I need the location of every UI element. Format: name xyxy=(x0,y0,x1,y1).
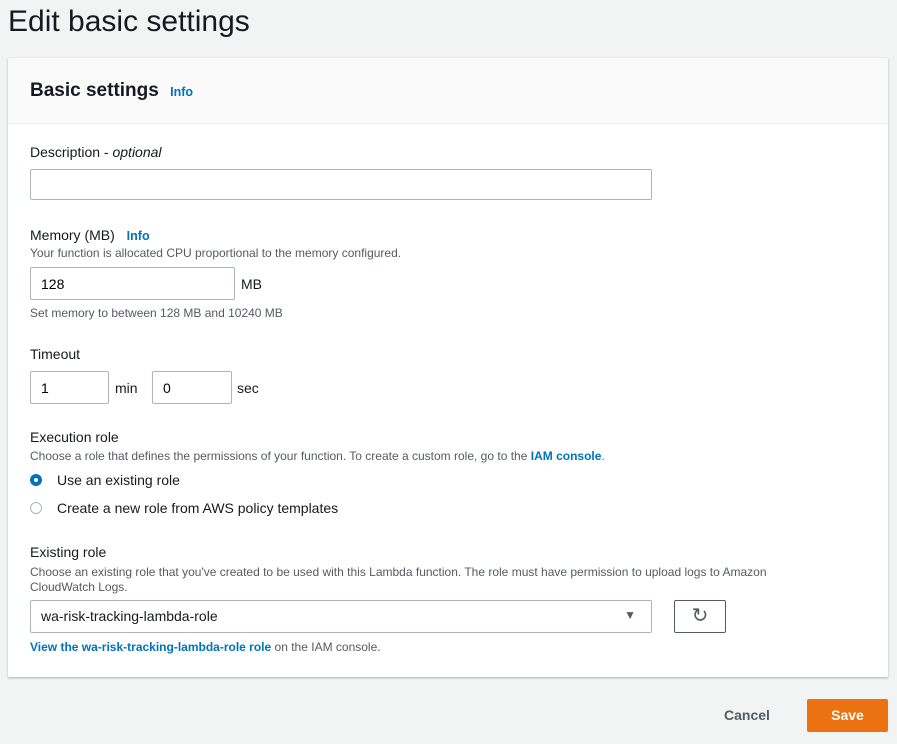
memory-unit: MB xyxy=(241,276,262,292)
help-end: . xyxy=(601,449,605,463)
existing-role-select[interactable]: wa-risk-tracking-lambda-role ▼ xyxy=(30,600,652,633)
info-link[interactable]: Info xyxy=(170,85,193,99)
memory-label: Memory (MB) Info xyxy=(30,227,150,243)
execution-role-help-text: Choose a role that defines the permissio… xyxy=(30,449,528,463)
timeout-sec-input[interactable] xyxy=(152,371,232,404)
page-title: Edit basic settings xyxy=(8,5,250,38)
memory-input[interactable] xyxy=(30,267,235,300)
save-button[interactable]: Save xyxy=(807,699,888,732)
view-role-link[interactable]: View the wa-risk-tracking-lambda-role ro… xyxy=(30,640,271,654)
iam-console-link[interactable]: IAM console xyxy=(531,449,602,463)
memory-label-text: Memory (MB) xyxy=(30,227,115,243)
radio-create-new-role[interactable] xyxy=(30,502,42,514)
radio-label-existing[interactable]: Use an existing role xyxy=(57,472,180,488)
view-role-line: View the wa-risk-tracking-lambda-role ro… xyxy=(30,640,381,654)
memory-constraint: Set memory to between 128 MB and 10240 M… xyxy=(30,306,283,320)
caret-down-icon: ▼ xyxy=(624,608,636,622)
description-input[interactable] xyxy=(30,169,652,200)
timeout-min-input[interactable] xyxy=(30,371,109,404)
description-label-text: Description xyxy=(30,144,101,160)
memory-help: Your function is allocated CPU proportio… xyxy=(30,246,402,260)
timeout-sec-unit: sec xyxy=(237,380,259,396)
section-title: Basic settings Info xyxy=(30,80,193,102)
view-role-suffix: on the IAM console. xyxy=(274,640,381,654)
radio-label-new[interactable]: Create a new role from AWS policy templa… xyxy=(57,500,338,516)
cancel-button[interactable]: Cancel xyxy=(724,707,770,723)
existing-role-value: wa-risk-tracking-lambda-role xyxy=(41,608,218,624)
memory-info-link[interactable]: Info xyxy=(127,229,150,243)
radio-use-existing-role[interactable] xyxy=(30,474,42,486)
refresh-button[interactable]: ↻ xyxy=(674,600,726,633)
timeout-min-unit: min xyxy=(115,380,138,396)
existing-role-label: Existing role xyxy=(30,544,107,560)
timeout-label: Timeout xyxy=(30,346,81,362)
optional-text: optional xyxy=(112,144,162,160)
section-title-text: Basic settings xyxy=(30,80,159,101)
existing-role-help-1: Choose an existing role that you've crea… xyxy=(30,565,767,579)
description-label: Description - optional xyxy=(30,144,162,160)
execution-role-label: Execution role xyxy=(30,429,119,445)
execution-role-help: Choose a role that defines the permissio… xyxy=(30,449,605,463)
existing-role-help-2: CloudWatch Logs. xyxy=(30,580,128,594)
refresh-icon: ↻ xyxy=(691,605,709,627)
